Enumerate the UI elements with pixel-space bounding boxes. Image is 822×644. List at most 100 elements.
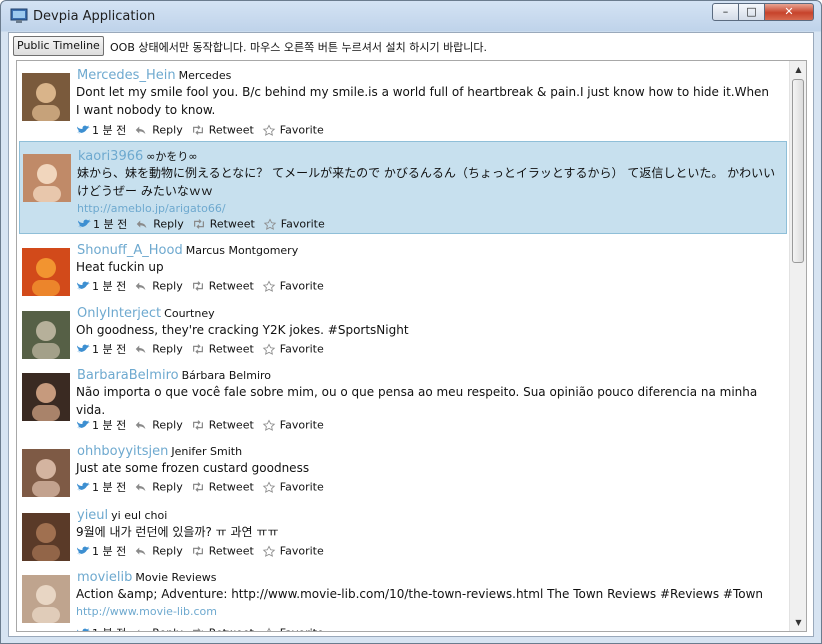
vertical-scrollbar[interactable]: ▲ ▼ [789, 61, 806, 631]
timeline-list[interactable]: Mercedes_Hein Mercedes Dont let my smile f… [16, 60, 807, 632]
tweet-user-line: movielib Movie Reviews [77, 566, 216, 585]
tweet-list-item[interactable]: OnlyInterject Courtney Oh goodness, they'r… [19, 299, 787, 359]
tweet-list-item[interactable]: BarbaraBelmiro Bárbara Belmiro Não importa… [19, 361, 787, 435]
real-name: Movie Reviews [135, 571, 217, 584]
avatar[interactable] [22, 373, 70, 421]
tweet-text: Oh goodness, they're cracking Y2K jokes.… [76, 321, 776, 339]
reply-arrow-icon [135, 345, 146, 354]
favorite-button[interactable]: Favorite [263, 217, 325, 231]
retweet-button[interactable]: Retweet [192, 217, 255, 231]
retweet-button[interactable]: Retweet [191, 626, 254, 631]
real-name: yi eul choi [111, 509, 168, 522]
favorite-button[interactable]: Favorite [262, 626, 324, 631]
tweet-actions: 1 분 전 Reply Retweet Favorite [76, 278, 332, 294]
reply-arrow-icon [136, 220, 147, 229]
avatar[interactable] [22, 73, 70, 121]
reply-button[interactable]: Reply [134, 418, 183, 432]
screen-name-link[interactable]: kaori3966 [78, 149, 143, 164]
reply-label: Reply [152, 279, 183, 293]
reply-label: Reply [152, 627, 182, 631]
real-name: ∞かをり∞ [146, 150, 198, 163]
tweet-list-item[interactable]: ohhboyyitsjen Jenifer Smith Just ate some … [19, 437, 787, 499]
twitter-bird-icon [77, 482, 90, 491]
favorite-label: Favorite [279, 123, 324, 137]
real-name: Mercedes [178, 69, 232, 82]
retweet-icon [192, 281, 203, 292]
favorite-button[interactable]: Favorite [262, 342, 324, 356]
reply-button[interactable]: Reply [134, 480, 183, 494]
tweet-body: Heat fuckin up [76, 260, 164, 274]
retweet-button[interactable]: Retweet [191, 123, 254, 137]
reply-button[interactable]: Reply [134, 279, 183, 293]
time-ago-label: 1 분 전 [92, 481, 127, 494]
tweet-actions: 1 분 전 Reply Retweet Favorite [76, 417, 332, 433]
time-ago-label: 1 분 전 [93, 218, 128, 231]
retweet-icon [192, 344, 203, 355]
tweet-actions: 1 분 전 Reply Retweet Favorite [76, 479, 332, 495]
tweet-list-item[interactable]: kaori3966 ∞かをり∞ 妹から、妹を動物に例えるとなに？ てメールが来たので… [19, 141, 787, 234]
scroll-up-arrow-icon[interactable]: ▲ [790, 61, 806, 78]
reply-button[interactable]: Reply [134, 544, 183, 558]
retweet-label: Retweet [209, 627, 254, 631]
screen-name-link[interactable]: ohhboyyitsjen [77, 444, 168, 459]
favorite-button[interactable]: Favorite [262, 480, 324, 494]
avatar[interactable] [22, 248, 70, 296]
reply-button[interactable]: Reply [134, 123, 183, 137]
reply-button[interactable]: Reply [135, 217, 184, 231]
minimize-button[interactable]: – [712, 3, 739, 21]
tweet-body: Dont let my smile fool you. B/c behind m… [76, 85, 770, 117]
avatar[interactable] [22, 449, 70, 497]
close-button[interactable]: ✕ [764, 3, 814, 21]
avatar[interactable] [22, 575, 70, 623]
reply-button[interactable]: Reply [134, 626, 183, 631]
screen-name-link[interactable]: Mercedes_Hein [77, 68, 176, 83]
favorite-label: Favorite [279, 342, 324, 356]
favorite-button[interactable]: Favorite [262, 418, 324, 432]
favorite-button[interactable]: Favorite [262, 544, 324, 558]
maximize-button[interactable]: □ [738, 3, 765, 21]
retweet-button[interactable]: Retweet [191, 279, 254, 293]
reply-label: Reply [152, 418, 183, 432]
retweet-label: Retweet [208, 279, 254, 293]
avatar[interactable] [22, 311, 70, 359]
star-icon [262, 343, 276, 356]
reply-label: Reply [152, 480, 183, 494]
retweet-icon [192, 482, 203, 493]
app-window: Devpia Application – □ ✕ Public Timeline… [0, 0, 822, 644]
tweet-time: 1 분 전 [76, 417, 126, 433]
retweet-icon [192, 125, 203, 136]
screen-name-link[interactable]: BarbaraBelmiro [77, 368, 179, 383]
tweet-list-item[interactable]: movielib Movie Reviews Action &amp; Advent… [19, 563, 787, 631]
tweet-user-line: kaori3966 ∞かをり∞ [78, 145, 198, 164]
tweet-body: 妹から、妹を動物に例えるとなに？ てメールが来たので かびるんるん（ちょっとイラ… [77, 166, 776, 198]
avatar[interactable] [22, 513, 70, 561]
title-bar[interactable]: Devpia Application – □ ✕ [1, 1, 821, 33]
time-ago-label: 1 분 전 [92, 545, 127, 558]
tweet-actions: 1 분 전 Reply Retweet Favorite [76, 122, 332, 138]
retweet-button[interactable]: Retweet [191, 418, 254, 432]
tweet-user-line: yieul yi eul choi [77, 504, 167, 523]
retweet-button[interactable]: Retweet [191, 544, 254, 558]
public-timeline-button[interactable]: Public Timeline [13, 36, 104, 56]
favorite-button[interactable]: Favorite [262, 123, 324, 137]
screen-name-link[interactable]: yieul [77, 508, 108, 523]
retweet-button[interactable]: Retweet [191, 480, 254, 494]
tweet-list-item[interactable]: yieul yi eul choi 9월에 내가 런던에 있을까? ㅠ 과연 ㅠㅠ 1… [19, 501, 787, 561]
screen-name-link[interactable]: OnlyInterject [77, 306, 161, 321]
client-area: Public Timeline OOB 상태에서만 동작합니다. 마우스 오른쪽… [8, 32, 814, 637]
tweet-list-item[interactable]: Shonuff_A_Hood Marcus Montgomery Heat fuck… [19, 236, 787, 297]
reply-label: Reply [152, 342, 183, 356]
retweet-button[interactable]: Retweet [191, 342, 254, 356]
screen-name-link[interactable]: movielib [77, 570, 132, 585]
scroll-down-arrow-icon[interactable]: ▼ [790, 614, 806, 631]
tweet-list-item[interactable]: Mercedes_Hein Mercedes Dont let my smile f… [19, 61, 787, 139]
tweet-user-line: OnlyInterject Courtney [77, 302, 215, 321]
tweet-text: Action &amp; Adventure: http://www.movie… [76, 585, 776, 621]
screen-name-link[interactable]: Shonuff_A_Hood [77, 243, 183, 258]
avatar[interactable] [23, 154, 71, 202]
time-ago-label: 1 분 전 [92, 419, 127, 432]
reply-button[interactable]: Reply [134, 342, 183, 356]
scrollbar-thumb[interactable] [792, 79, 804, 263]
favorite-button[interactable]: Favorite [262, 279, 324, 293]
tweet-url-link[interactable]: http://www.movie-lib.com [76, 603, 776, 621]
